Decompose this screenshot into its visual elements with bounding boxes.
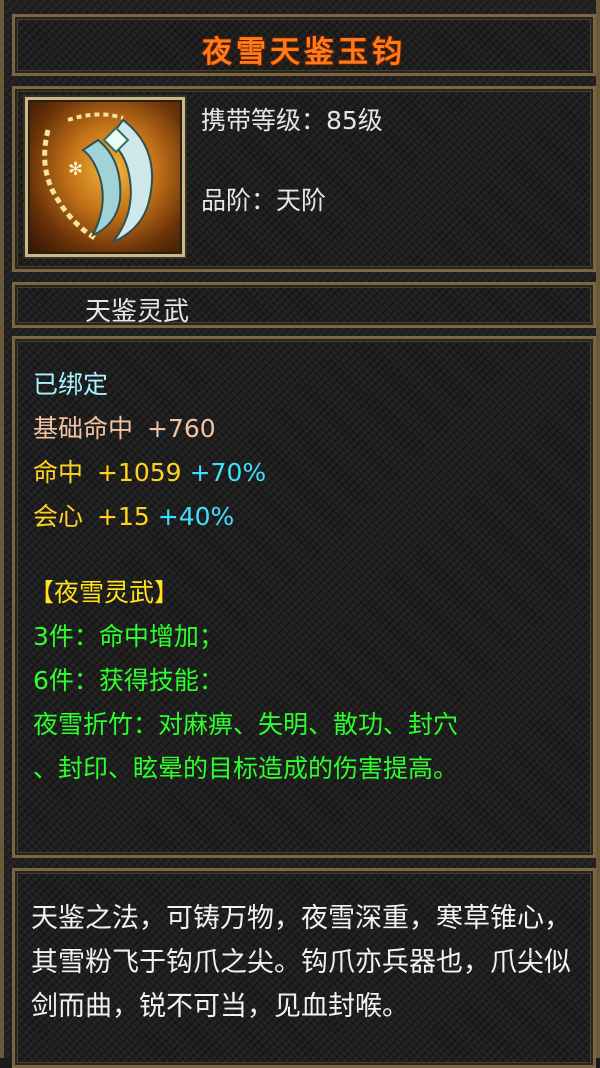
bound-status: 已绑定 bbox=[33, 370, 109, 399]
stat-base-hit-value: +760 bbox=[147, 414, 216, 443]
title-panel: 夜雪天鉴玉钧 bbox=[12, 14, 596, 76]
stat-crit-label: 会心 bbox=[33, 502, 84, 531]
stat-crit: 会心 +15 +40% bbox=[33, 497, 234, 533]
description-panel: 天鉴之法，可铸万物，夜雪深重，寒草锥心，其雪粉飞于钩爪之尖。钩爪亦兵器也，爪尖似… bbox=[12, 868, 596, 1068]
item-grade: 品阶：天阶 bbox=[201, 186, 327, 215]
stat-hit-bonus: +70% bbox=[189, 458, 267, 487]
item-tooltip: 夜雪天鉴玉钧 ✻ 携带等级：85级 品阶：天阶 天鉴灵武 已绑定 基础命中 +7… bbox=[0, 0, 600, 1068]
stat-crit-value: +15 bbox=[97, 502, 150, 531]
stat-base-hit-label: 基础命中 bbox=[33, 414, 134, 443]
set-skill-line-1: 夜雪折竹：对麻痹、失明、散功、封穴 bbox=[33, 710, 459, 739]
category-panel: 天鉴灵武 bbox=[12, 282, 596, 328]
hook-weapon-icon-art: ✻ bbox=[42, 112, 154, 243]
hook-weapon-icon[interactable]: ✻ bbox=[25, 97, 185, 257]
item-description: 天鉴之法，可铸万物，夜雪深重，寒草锥心，其雪粉飞于钩爪之尖。钩爪亦兵器也，爪尖似… bbox=[31, 903, 571, 1022]
item-category: 天鉴灵武 bbox=[85, 297, 190, 327]
set-name: 【夜雪灵武】 bbox=[29, 578, 180, 607]
svg-text:✻: ✻ bbox=[68, 159, 83, 180]
stat-base-hit: 基础命中 +760 bbox=[33, 409, 216, 445]
stat-hit-label: 命中 bbox=[33, 458, 84, 487]
carry-level: 携带等级：85级 bbox=[201, 106, 383, 135]
set-bonus-6: 6件：获得技能： bbox=[33, 666, 224, 695]
set-bonus-3: 3件：命中增加； bbox=[33, 622, 224, 651]
set-skill-line-2: 、封印、眩晕的目标造成的伤害提高。 bbox=[33, 754, 459, 783]
info-panel: ✻ 携带等级：85级 品阶：天阶 bbox=[12, 86, 596, 272]
stat-hit-value: +1059 bbox=[97, 458, 182, 487]
stat-crit-bonus: +40% bbox=[157, 502, 235, 531]
item-name: 夜雪天鉴玉钧 bbox=[202, 35, 406, 70]
stat-hit: 命中 +1059 +70% bbox=[33, 453, 266, 489]
stats-panel: 已绑定 基础命中 +760 命中 +1059 +70% 会心 +15 +40% 【夜雪灵武… bbox=[12, 336, 596, 858]
